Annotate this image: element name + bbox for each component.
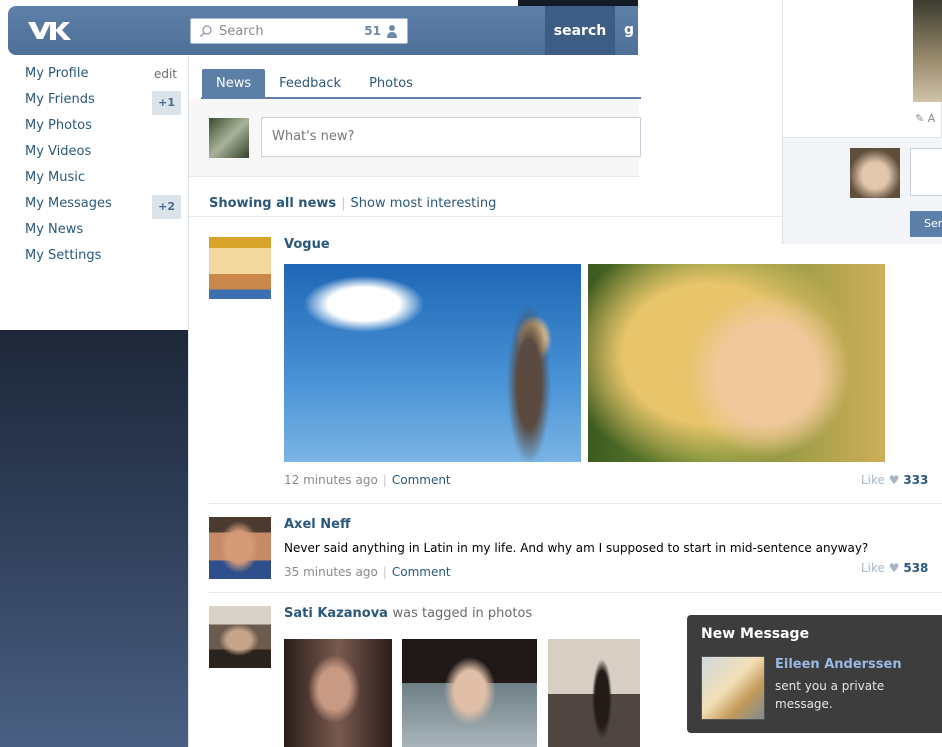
heart-icon: ♥ <box>888 561 900 575</box>
sidebar-nav: My Profile edit My Friends +1 My Photos … <box>25 64 185 272</box>
like-label: Like <box>861 473 885 487</box>
sender-name-link[interactable]: Eileen Anderssen <box>775 657 902 672</box>
vk-logo-icon[interactable] <box>26 19 72 43</box>
toast-message: sent you a private message. <box>775 679 885 711</box>
sidebar-item-my-messages[interactable]: My Messages +2 <box>25 194 185 220</box>
sidebar-item-my-news[interactable]: My News <box>25 220 185 246</box>
heart-icon: ♥ <box>888 473 900 487</box>
pencil-icon[interactable]: ✎ A <box>915 112 935 125</box>
meta-separator: | <box>382 473 387 487</box>
sender-avatar[interactable] <box>701 656 765 720</box>
filter-most-interesting[interactable]: Show most interesting <box>351 196 497 211</box>
sidebar-item-my-photos[interactable]: My Photos <box>25 116 185 142</box>
post-text: Never said anything in Latin in my life.… <box>284 541 869 555</box>
post-author-vogue[interactable]: Vogue <box>284 237 330 252</box>
filter-all-news[interactable]: Showing all news <box>209 196 336 211</box>
sidebar-item-my-videos[interactable]: My Videos <box>25 142 185 168</box>
sidebar-item-label: My Friends <box>25 92 95 107</box>
divider <box>209 592 942 593</box>
post-photo[interactable] <box>284 264 581 462</box>
send-button[interactable]: Sen <box>910 211 942 237</box>
toast-title: New Message <box>701 626 810 642</box>
desktop-background <box>0 330 190 747</box>
whats-new-input[interactable]: What's new? <box>261 117 641 157</box>
like-count: 538 <box>903 561 929 575</box>
post-photo[interactable] <box>588 264 885 462</box>
like-count: 333 <box>903 473 929 487</box>
post-action: was tagged in photos <box>392 606 533 621</box>
filter-separator: | <box>341 196 346 211</box>
axel-neff-avatar[interactable] <box>209 517 271 579</box>
sidebar-item-label: My Music <box>25 170 86 185</box>
window-photo[interactable] <box>913 0 942 102</box>
sidebar-item-my-friends[interactable]: My Friends +1 <box>25 90 185 116</box>
status-composer: What's new? <box>189 99 641 177</box>
divider <box>209 503 942 504</box>
sidebar-item-my-music[interactable]: My Music <box>25 168 185 194</box>
reply-area: Sen <box>783 137 942 244</box>
sidebar-item-my-profile[interactable]: My Profile edit <box>25 64 185 90</box>
feed-filter: Showing all news | Show most interesting <box>209 196 496 211</box>
header-truncated-label: g <box>624 22 635 38</box>
my-avatar[interactable] <box>209 118 249 158</box>
truncated-text: A <box>927 112 936 125</box>
new-message-toast[interactable]: New Message Eileen Anderssen sent you a … <box>687 615 942 733</box>
tab-photos[interactable]: Photos <box>355 69 427 98</box>
sidebar-item-label: My Photos <box>25 118 92 133</box>
tab-feedback[interactable]: Feedback <box>265 69 355 98</box>
post-time: 12 minutes ago <box>284 473 378 487</box>
post-time: 35 minutes ago <box>284 565 378 579</box>
post-author-axel-neff[interactable]: Axel Neff <box>284 517 350 532</box>
feed-post-vogue: Vogue 12 minutes ago | Comment Like ♥ 333 <box>209 237 942 507</box>
top-header-bar: Search 51 search g <box>8 6 638 55</box>
sati-kazanova-avatar[interactable] <box>209 606 271 668</box>
online-count: 51 <box>364 24 381 38</box>
messages-count-badge: +2 <box>152 195 181 219</box>
sidebar-item-label: My Messages <box>25 196 112 211</box>
post-meta: 12 minutes ago | Comment <box>284 473 451 487</box>
friends-count-badge: +1 <box>152 91 181 115</box>
comment-link[interactable]: Comment <box>392 565 451 579</box>
sidebar-item-label: My Profile <box>25 66 89 81</box>
post-author-sati-kazanova: Sati Kazanova was tagged in photos <box>284 606 532 621</box>
sidebar-item-my-settings[interactable]: My Settings <box>25 246 185 272</box>
tagged-photo[interactable] <box>548 639 640 747</box>
edit-profile-link[interactable]: edit <box>154 64 177 84</box>
search-button[interactable]: search <box>545 6 615 55</box>
like-button[interactable]: Like ♥ 333 <box>861 473 928 487</box>
overlapping-window: ✎ A Sen <box>782 0 942 244</box>
sidebar-item-label: My Settings <box>25 248 102 263</box>
reply-avatar[interactable] <box>850 148 900 198</box>
sidebar-item-label: My Videos <box>25 144 92 159</box>
comment-link[interactable]: Comment <box>392 473 451 487</box>
like-label: Like <box>861 561 885 575</box>
meta-separator: | <box>382 565 387 579</box>
search-icon <box>199 25 212 38</box>
post-meta: 35 minutes ago | Comment <box>284 565 451 579</box>
author-name-link[interactable]: Sati Kazanova <box>284 606 388 621</box>
sidebar-item-label: My News <box>25 222 84 237</box>
tagged-photo[interactable] <box>284 639 392 747</box>
reply-input[interactable] <box>910 148 942 196</box>
vogue-avatar[interactable] <box>209 237 271 299</box>
feed-tabs: News Feedback Photos <box>202 69 427 98</box>
tagged-photo[interactable] <box>402 639 537 747</box>
tab-news[interactable]: News <box>202 69 266 98</box>
feed-post-axel-neff: Axel Neff Never said anything in Latin i… <box>209 517 942 597</box>
person-icon <box>387 25 397 38</box>
search-input[interactable]: Search 51 <box>190 18 408 44</box>
like-button[interactable]: Like ♥ 538 <box>861 561 928 575</box>
search-placeholder: Search <box>219 24 264 39</box>
